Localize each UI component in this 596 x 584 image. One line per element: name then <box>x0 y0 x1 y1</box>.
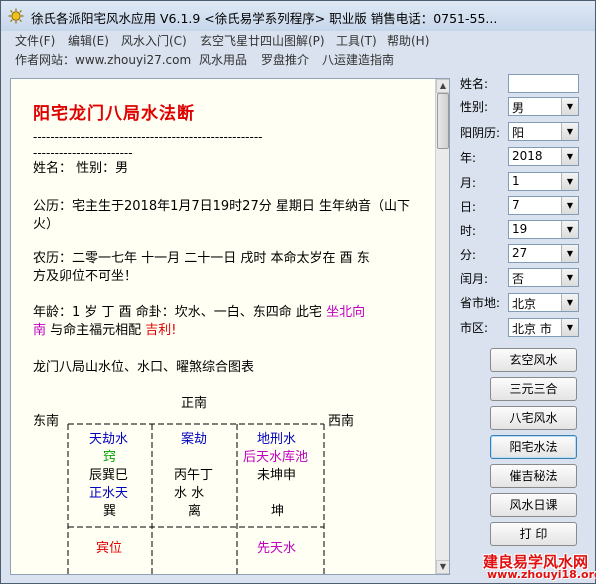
month-select[interactable]: 1 ▼ <box>508 172 579 191</box>
sun-app-icon <box>8 8 24 24</box>
grid-se-xun: 巽 <box>103 504 117 519</box>
chevron-down-icon[interactable]: ▼ <box>561 197 578 214</box>
minute-select[interactable]: 27 ▼ <box>508 244 579 263</box>
province-select[interactable]: 北京 ▼ <box>508 293 579 312</box>
grid-se-qiao: 窍 <box>103 450 117 465</box>
chevron-down-icon[interactable]: ▼ <box>561 173 578 190</box>
label-hour: 时: <box>460 224 477 238</box>
district-select[interactable]: 北京 市 ▼ <box>508 318 579 337</box>
menu-file[interactable]: 文件(F) <box>15 32 55 49</box>
xuankong-fengshui-button[interactable]: 玄空风水 <box>490 348 577 372</box>
chevron-down-icon[interactable]: ▼ <box>561 221 578 238</box>
app-window: 徐氏各派阳宅风水应用 V6.1.9 <徐氏易学系列程序> 职业版 销售电话：07… <box>0 0 596 584</box>
label-province: 省市地: <box>460 296 501 310</box>
menu-fengshui-intro[interactable]: 风水入门(C) <box>121 32 187 49</box>
watermark-logo: 建良易学风水网 www.zhouyi18.org <box>483 551 596 583</box>
label-calendar: 阳阴历: <box>460 126 501 140</box>
grid-sw-dixing: 地刑水 <box>257 432 297 447</box>
grid-se-water: 天劫水 <box>89 432 129 447</box>
menu-tools[interactable]: 工具(T) <box>336 32 377 49</box>
grid-xiantian-water: 先天水 <box>257 541 297 556</box>
link-fengshui-goods[interactable]: 风水用品 <box>199 51 247 68</box>
gender-select[interactable]: 男 ▼ <box>508 97 579 116</box>
chevron-down-icon[interactable]: ▼ <box>561 148 578 165</box>
grid-s-anjie: 案劫 <box>181 432 208 447</box>
scroll-thumb[interactable] <box>437 93 449 149</box>
sanyuan-sanhe-button[interactable]: 三元三合 <box>490 377 577 401</box>
grid-s-li: 离 <box>188 504 202 519</box>
label-gender: 性别: <box>460 100 489 114</box>
name-input[interactable] <box>508 74 579 93</box>
label-month: 月: <box>460 176 477 190</box>
day-select[interactable]: 7 ▼ <box>508 196 579 215</box>
link-construction-guide[interactable]: 八运建造指南 <box>322 51 394 68</box>
chevron-down-icon[interactable]: ▼ <box>561 245 578 262</box>
yangzhai-water-button[interactable]: 阳宅水法 <box>490 435 577 459</box>
grid-sw-reservoir: 后天水库池 <box>243 450 309 465</box>
menu-xuankong-diagram[interactable]: 玄空飞星廿四山图解(P) <box>200 32 325 49</box>
label-leap-month: 闰月: <box>460 272 489 286</box>
print-button[interactable]: 打 印 <box>490 522 577 546</box>
title-bar: 徐氏各派阳宅风水应用 V6.1.9 <徐氏易学系列程序> 职业版 销售电话：07… <box>1 1 595 31</box>
label-day: 日: <box>460 200 477 214</box>
label-minute: 分: <box>460 248 477 262</box>
calendar-select[interactable]: 阳 ▼ <box>508 122 579 141</box>
chevron-down-icon[interactable]: ▼ <box>561 123 578 140</box>
cuiji-secret-button[interactable]: 催吉秘法 <box>490 464 577 488</box>
label-district: 市区: <box>460 321 489 335</box>
chevron-down-icon[interactable]: ▼ <box>561 269 578 286</box>
label-year: 年: <box>460 151 477 165</box>
scroll-down-icon[interactable]: ▼ <box>436 560 449 574</box>
grid-se-mountains: 辰巽巳 <box>89 468 129 483</box>
link-compass[interactable]: 罗盘推介 <box>261 51 309 68</box>
chevron-down-icon[interactable]: ▼ <box>561 319 578 336</box>
menu-help[interactable]: 帮助(H) <box>387 32 429 49</box>
watermark-url: www.zhouyi18.org <box>487 568 596 581</box>
grid-se-zhengshui: 正水天 <box>89 486 129 501</box>
grid-sw-mountains: 未坤申 <box>257 468 297 483</box>
chevron-down-icon[interactable]: ▼ <box>561 294 578 311</box>
report-panel: 阳宅龙门八局水法断 ------------------------------… <box>10 78 450 575</box>
report-document: 阳宅龙门八局水法断 ------------------------------… <box>11 79 435 574</box>
grid-bin-position: 宾位 <box>96 541 123 556</box>
grid-sw-kun: 坤 <box>271 504 285 519</box>
fengshui-daily-button[interactable]: 风水日课 <box>490 493 577 517</box>
link-author-site[interactable]: 作者网站：www.zhouyi27.com <box>15 51 191 68</box>
leap-month-select[interactable]: 否 ▼ <box>508 268 579 287</box>
label-name: 姓名: <box>460 77 489 91</box>
menu-edit[interactable]: 编辑(E) <box>68 32 109 49</box>
window-title: 徐氏各派阳宅风水应用 V6.1.9 <徐氏易学系列程序> 职业版 销售电话：07… <box>31 11 498 26</box>
vertical-scrollbar[interactable]: ▲ ▼ <box>435 79 449 574</box>
scroll-up-icon[interactable]: ▲ <box>436 79 449 93</box>
bazhai-fengshui-button[interactable]: 八宅风水 <box>490 406 577 430</box>
year-select[interactable]: 2018 ▼ <box>508 147 579 166</box>
chevron-down-icon[interactable]: ▼ <box>561 98 578 115</box>
grid-s-mountains: 丙午丁 <box>174 468 214 483</box>
hour-select[interactable]: 19 ▼ <box>508 220 579 239</box>
grid-s-water: 水 水 <box>174 486 205 501</box>
direction-grid-lines <box>67 423 325 574</box>
